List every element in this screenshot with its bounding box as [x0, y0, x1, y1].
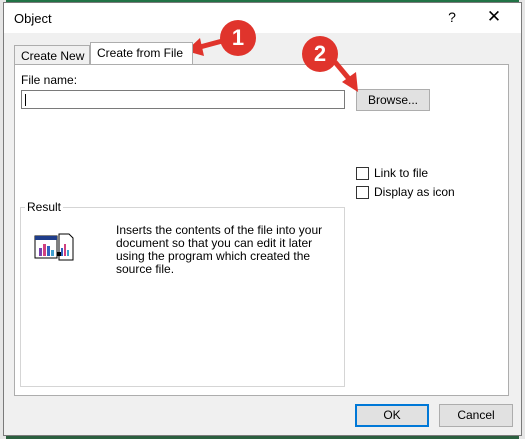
- text-caret: [25, 94, 26, 106]
- document-chart-icon: [33, 230, 77, 267]
- result-description: Inserts the contents of the file into yo…: [116, 223, 323, 276]
- ok-button[interactable]: OK: [355, 404, 429, 427]
- help-button[interactable]: ?: [444, 9, 460, 25]
- result-group: Result Inserts the contents of the file …: [20, 200, 345, 387]
- annotation-badge-1: 1: [220, 20, 256, 56]
- display-as-icon-checkbox[interactable]: [356, 185, 369, 199]
- title-bar: Object ? ✕: [4, 3, 521, 33]
- tab-create-from-file[interactable]: Create from File: [90, 42, 193, 64]
- browse-button[interactable]: Browse...: [356, 89, 430, 111]
- file-name-label: File name:: [21, 73, 78, 87]
- object-dialog: Object ? ✕ Create New Create from File F…: [3, 2, 522, 436]
- tab-panel: File name: Browse... Link to file Displa…: [14, 64, 509, 396]
- link-to-file-label: Link to file: [374, 166, 429, 180]
- result-legend: Result: [25, 200, 64, 214]
- annotation-badge-2: 2: [302, 36, 338, 72]
- display-as-icon-label: Display as icon: [374, 185, 455, 199]
- file-name-input[interactable]: [21, 90, 345, 109]
- dialog-title: Object: [14, 11, 52, 26]
- close-button[interactable]: ✕: [484, 7, 504, 27]
- tab-create-new[interactable]: Create New: [14, 45, 90, 64]
- link-to-file-option[interactable]: Link to file: [356, 166, 428, 180]
- link-to-file-checkbox[interactable]: [356, 166, 369, 180]
- cancel-button[interactable]: Cancel: [439, 404, 513, 427]
- display-as-icon-option[interactable]: Display as icon: [356, 185, 455, 199]
